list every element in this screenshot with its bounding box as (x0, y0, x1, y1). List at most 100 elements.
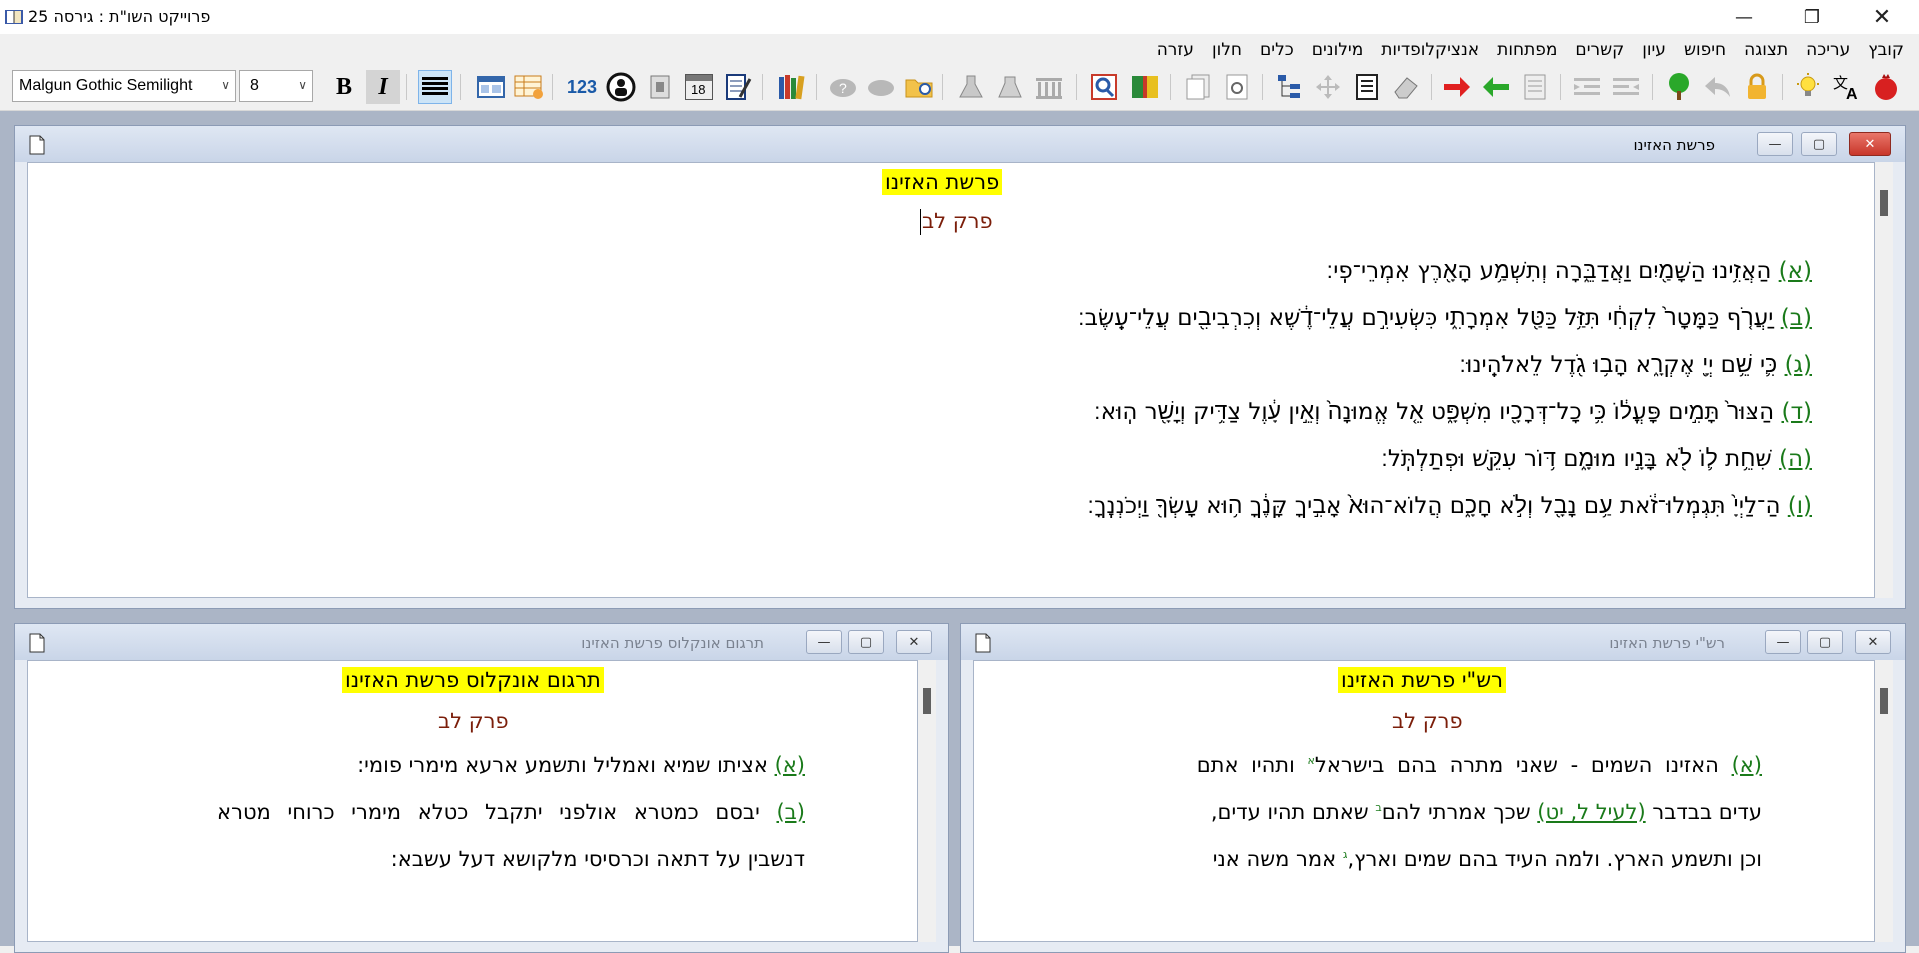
tree-green-button[interactable] (1662, 70, 1696, 104)
scrollbar-thumb[interactable] (1880, 688, 1888, 714)
verse-number[interactable]: (ה) (1779, 446, 1812, 472)
vertical-scrollbar[interactable] (1875, 162, 1893, 598)
calendar-button[interactable]: 18 (682, 70, 716, 104)
minimize-button[interactable]: — (1757, 132, 1793, 156)
outdent-button[interactable] (1609, 70, 1643, 104)
minimize-button[interactable]: — (1714, 0, 1774, 34)
window-caption[interactable]: רש"י פרשת האזינו — ▢ ✕ (961, 624, 1905, 660)
verse-number[interactable]: (ב) (1781, 305, 1812, 331)
menu-view[interactable]: תצוגה (1735, 38, 1797, 62)
verse-number[interactable]: (ד) (1781, 399, 1812, 425)
eraser-button[interactable] (1389, 70, 1423, 104)
window-title: רש"י פרשת האזינו (1609, 634, 1725, 652)
bold-button[interactable]: B (327, 70, 361, 104)
help-cloud-button[interactable]: ? (826, 70, 860, 104)
forward-button[interactable] (1440, 70, 1474, 104)
text-area[interactable]: תרגום אונקלוס פרשת האזינו פרק לב (א) אצי… (27, 660, 918, 942)
translate-button[interactable]: 文A (1830, 70, 1864, 104)
move-button[interactable] (1311, 70, 1345, 104)
lock-button[interactable] (1740, 70, 1774, 104)
undo-button[interactable] (1701, 70, 1735, 104)
flask-button[interactable] (954, 70, 988, 104)
close-window-button[interactable]: ✕ (1852, 0, 1912, 34)
layout-window-button[interactable] (474, 70, 508, 104)
vertical-scrollbar[interactable] (1875, 660, 1893, 942)
preview-button[interactable] (1220, 70, 1254, 104)
verse-number[interactable]: (א) (1732, 753, 1762, 777)
menu-tools[interactable]: כלים (1251, 38, 1303, 62)
green-tree-icon (1669, 73, 1689, 100)
font-name-select[interactable]: Malgun Gothic Semilight ∨ (12, 70, 236, 102)
maximize-button[interactable]: ▢ (848, 630, 884, 654)
scrollbar-thumb[interactable] (1880, 190, 1888, 216)
title-bar: פרוייקט השו"ת : גירסה 25 — ❐ ✕ (0, 0, 1919, 34)
open-book-button[interactable] (1128, 70, 1162, 104)
toolbar-separator (406, 74, 407, 100)
menu-help[interactable]: עזרה (1148, 38, 1203, 62)
window-caption[interactable]: פרשת האזינו — ▢ ✕ (15, 126, 1905, 162)
footnote-marker[interactable]: א (1308, 754, 1315, 767)
maximize-button[interactable]: ▢ (1807, 630, 1843, 654)
section-heading: רש"י פרשת האזינו (1338, 667, 1506, 693)
font-size-select[interactable]: 8 ∨ (239, 70, 313, 102)
restore-icon: ▢ (1812, 136, 1826, 152)
menu-indexes[interactable]: מפתחות (1488, 38, 1566, 62)
menu-file[interactable]: קובץ (1859, 38, 1913, 62)
text-area[interactable]: פרשת האזינו פרק לב (א) הַאֲזִ֥ינוּ הַשָּ… (27, 162, 1875, 598)
list-button[interactable] (1518, 70, 1552, 104)
lab-button[interactable] (993, 70, 1027, 104)
verse-line: (ג) כִּ֛י שֵׁ֥ם יְיָ֖ אֶקְרָ֑א הָב֥וּ גֹ… (1459, 351, 1812, 378)
maximize-button[interactable]: ▢ (1801, 132, 1837, 156)
building-button[interactable] (1032, 70, 1066, 104)
tree-button[interactable] (1272, 70, 1306, 104)
menu-study[interactable]: עיון (1633, 38, 1675, 62)
window-caption[interactable]: תרגום אונקלוס פרשת האזינו — ▢ ✕ (15, 624, 948, 660)
table-view-button[interactable] (512, 70, 546, 104)
document-button[interactable] (1350, 70, 1384, 104)
pages-button[interactable] (1181, 70, 1215, 104)
lock-icon (1748, 73, 1766, 99)
menu-encyclopedias[interactable]: אנציקלופדיות (1372, 38, 1488, 62)
library-button[interactable] (775, 70, 809, 104)
vertical-scrollbar[interactable] (918, 660, 936, 942)
line-text: וכן ותשמע הארץ. ולמה העיד בהם שמים וארץ, (1347, 847, 1762, 871)
verse-number[interactable]: (א) (775, 753, 805, 777)
window-title: פרשת האזינו (1633, 136, 1715, 154)
align-text-button[interactable] (418, 70, 452, 104)
toolbar-separator (1431, 74, 1432, 100)
close-button[interactable]: ✕ (896, 630, 932, 654)
verse-number[interactable]: (ג) (1785, 352, 1812, 378)
cloud-button[interactable] (864, 70, 898, 104)
text-area[interactable]: רש"י פרשת האזינו פרק לב (א) האזינו השמים… (973, 660, 1875, 942)
close-button[interactable]: ✕ (1855, 630, 1891, 654)
menu-dictionaries[interactable]: מילונים (1303, 38, 1373, 62)
minimize-button[interactable]: — (806, 630, 842, 654)
mdi-workspace: פרשת האזינו — ▢ ✕ פרשת האזינו פרק לב (א)… (0, 111, 1919, 953)
notes-button[interactable] (721, 70, 755, 104)
back-button[interactable] (1479, 70, 1513, 104)
verse-line: (ו) הַ־לַיְיָ֙ תִּגְמְלוּ־זֹ֔את עַ֥ם נָב… (1087, 492, 1812, 519)
minimize-button[interactable]: — (1765, 630, 1801, 654)
close-button[interactable]: ✕ (1849, 132, 1891, 156)
frame-button[interactable] (643, 70, 677, 104)
pomegranate-button[interactable] (1869, 70, 1903, 104)
cross-reference-link[interactable]: (לעיל ל, יט) (1537, 800, 1645, 824)
menu-window[interactable]: חלון (1203, 38, 1251, 62)
verse-number[interactable]: (א) (1779, 258, 1812, 284)
maximize-button[interactable]: ❐ (1782, 0, 1842, 34)
menu-search[interactable]: חיפוש (1675, 38, 1735, 62)
toolbar-separator (762, 74, 763, 100)
person-button[interactable] (604, 70, 638, 104)
verse-number[interactable]: (ו) (1788, 493, 1812, 519)
search-button[interactable] (1088, 70, 1122, 104)
folder-search-button[interactable] (902, 70, 936, 104)
verse-number[interactable]: (ב) (776, 800, 805, 824)
italic-button[interactable]: I (366, 70, 400, 104)
numbering-button[interactable]: 123 (565, 70, 599, 104)
menu-links[interactable]: קשרים (1566, 38, 1633, 62)
scrollbar-thumb[interactable] (923, 688, 931, 714)
line-text: יבסם כמטרא אולפני יתקבל כטלא מימרי כרוחי… (217, 800, 760, 824)
indent-button[interactable] (1570, 70, 1604, 104)
tip-button[interactable] (1791, 70, 1825, 104)
menu-edit[interactable]: עריכה (1797, 38, 1859, 62)
